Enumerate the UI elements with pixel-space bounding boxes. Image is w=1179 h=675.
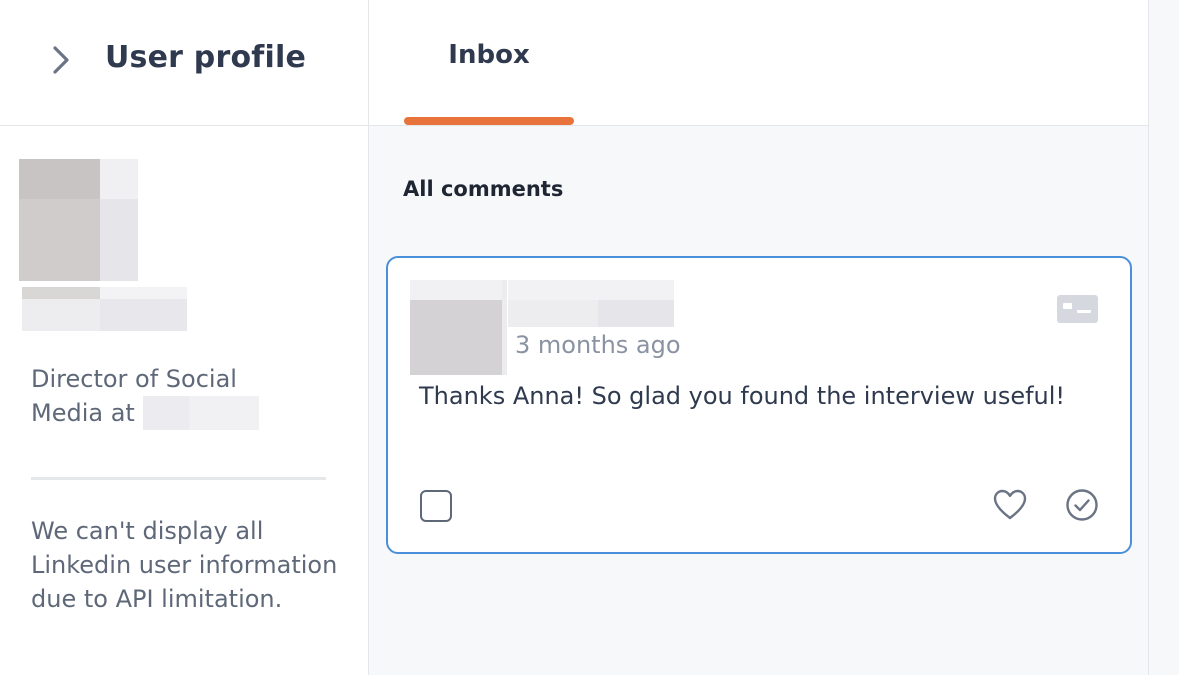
tab-bar: Inbox: [369, 0, 1148, 126]
right-edge-panel: [1148, 0, 1179, 675]
comment-text: Thanks Anna! So glad you found the inter…: [419, 382, 1066, 410]
job-title-line-2: Media at: [31, 399, 135, 427]
chevron-right-icon: [53, 46, 69, 74]
avatar: [19, 159, 138, 281]
commenter-avatar: [410, 280, 507, 375]
id-card-icon[interactable]: [1057, 295, 1098, 323]
check-circle-icon: [1066, 489, 1098, 521]
divider: [31, 477, 326, 480]
user-profile-panel: User profile Director of Social Media at…: [0, 0, 369, 675]
like-button[interactable]: [992, 488, 1028, 522]
section-title: All comments: [403, 177, 564, 201]
panel-title: User profile: [105, 40, 307, 75]
comment-timestamp: 3 months ago: [515, 331, 681, 359]
company-name-redacted: [142, 396, 259, 430]
expand-panel-button[interactable]: [44, 40, 80, 80]
heart-icon: [993, 489, 1027, 520]
api-limitation-note: We can't display all Linkedin user infor…: [31, 517, 338, 613]
user-profile-header: User profile: [0, 0, 369, 126]
user-name-redacted: [22, 287, 187, 331]
inbox-panel: Inbox All comments 3 months ago Thanks A…: [369, 0, 1148, 675]
resolve-button[interactable]: [1065, 488, 1099, 522]
commenter-name-redacted: [508, 280, 674, 327]
select-comment-checkbox[interactable]: [420, 490, 452, 522]
job-title: Director of Social Media at: [31, 362, 331, 430]
active-tab-indicator: [404, 117, 574, 125]
tab-inbox[interactable]: Inbox: [404, 0, 574, 126]
job-title-line-1: Director of Social: [31, 365, 237, 393]
tab-inbox-label: Inbox: [448, 40, 530, 70]
comment-card[interactable]: 3 months ago Thanks Anna! So glad you fo…: [386, 256, 1132, 554]
